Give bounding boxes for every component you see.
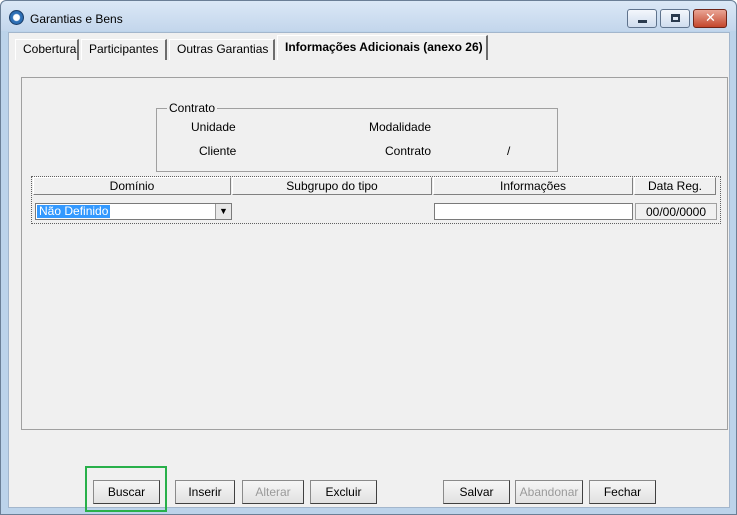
dominio-select[interactable]: Não Definido ▼: [35, 203, 232, 220]
data-reg-cell: 00/00/0000: [635, 203, 717, 220]
column-header-dominio[interactable]: Domínio: [33, 177, 231, 195]
contrato-separator: /: [507, 144, 511, 158]
buscar-button[interactable]: Buscar: [93, 480, 160, 504]
unidade-label: Unidade: [191, 120, 236, 134]
tab-outras-garantias[interactable]: Outras Garantias: [169, 39, 275, 60]
contract-legend: Contrato: [167, 101, 218, 115]
column-header-data-reg[interactable]: Data Reg.: [634, 177, 716, 195]
minimize-button[interactable]: [627, 9, 657, 28]
fechar-button[interactable]: Fechar: [589, 480, 656, 504]
column-header-subgrupo[interactable]: Subgrupo do tipo: [232, 177, 432, 195]
close-icon: ✕: [705, 11, 716, 26]
excluir-button[interactable]: Excluir: [310, 480, 377, 504]
column-header-informacoes[interactable]: Informações: [433, 177, 633, 195]
title-bar[interactable]: Garantias e Bens ✕: [1, 1, 736, 31]
app-icon: [9, 10, 24, 25]
inserir-button[interactable]: Inserir: [175, 480, 235, 504]
close-button[interactable]: ✕: [693, 9, 727, 28]
contrato-label: Contrato: [385, 144, 432, 158]
maximize-button[interactable]: [660, 9, 690, 28]
tab-cobertura[interactable]: Cobertura: [15, 39, 79, 60]
informacoes-input[interactable]: [434, 203, 633, 220]
tab-informacoes-adicionais[interactable]: Informações Adicionais (anexo 26): [277, 35, 488, 60]
chevron-down-icon[interactable]: ▼: [215, 204, 231, 219]
maximize-icon: [671, 14, 680, 22]
tab-participantes[interactable]: Participantes: [81, 39, 167, 60]
client-area: Cobertura Participantes Outras Garantias…: [8, 32, 730, 512]
window-title: Garantias e Bens: [30, 12, 123, 26]
alterar-button[interactable]: Alterar: [242, 480, 304, 504]
abandonar-button[interactable]: Abandonar: [515, 480, 583, 504]
main-window: Garantias e Bens ✕ Cobertura Participant…: [0, 0, 737, 515]
minimize-icon: [638, 20, 647, 23]
dominio-selected-value: Não Definido: [37, 204, 111, 218]
salvar-button[interactable]: Salvar: [443, 480, 510, 504]
contract-groupbox: Contrato Unidade Modalidade Cliente Cont…: [156, 101, 558, 172]
cliente-label: Cliente: [199, 144, 237, 158]
modalidade-label: Modalidade: [369, 120, 432, 134]
tab-panel: Contrato Unidade Modalidade Cliente Cont…: [21, 77, 728, 430]
data-grid: Domínio Subgrupo do tipo Informações Dat…: [31, 176, 721, 224]
